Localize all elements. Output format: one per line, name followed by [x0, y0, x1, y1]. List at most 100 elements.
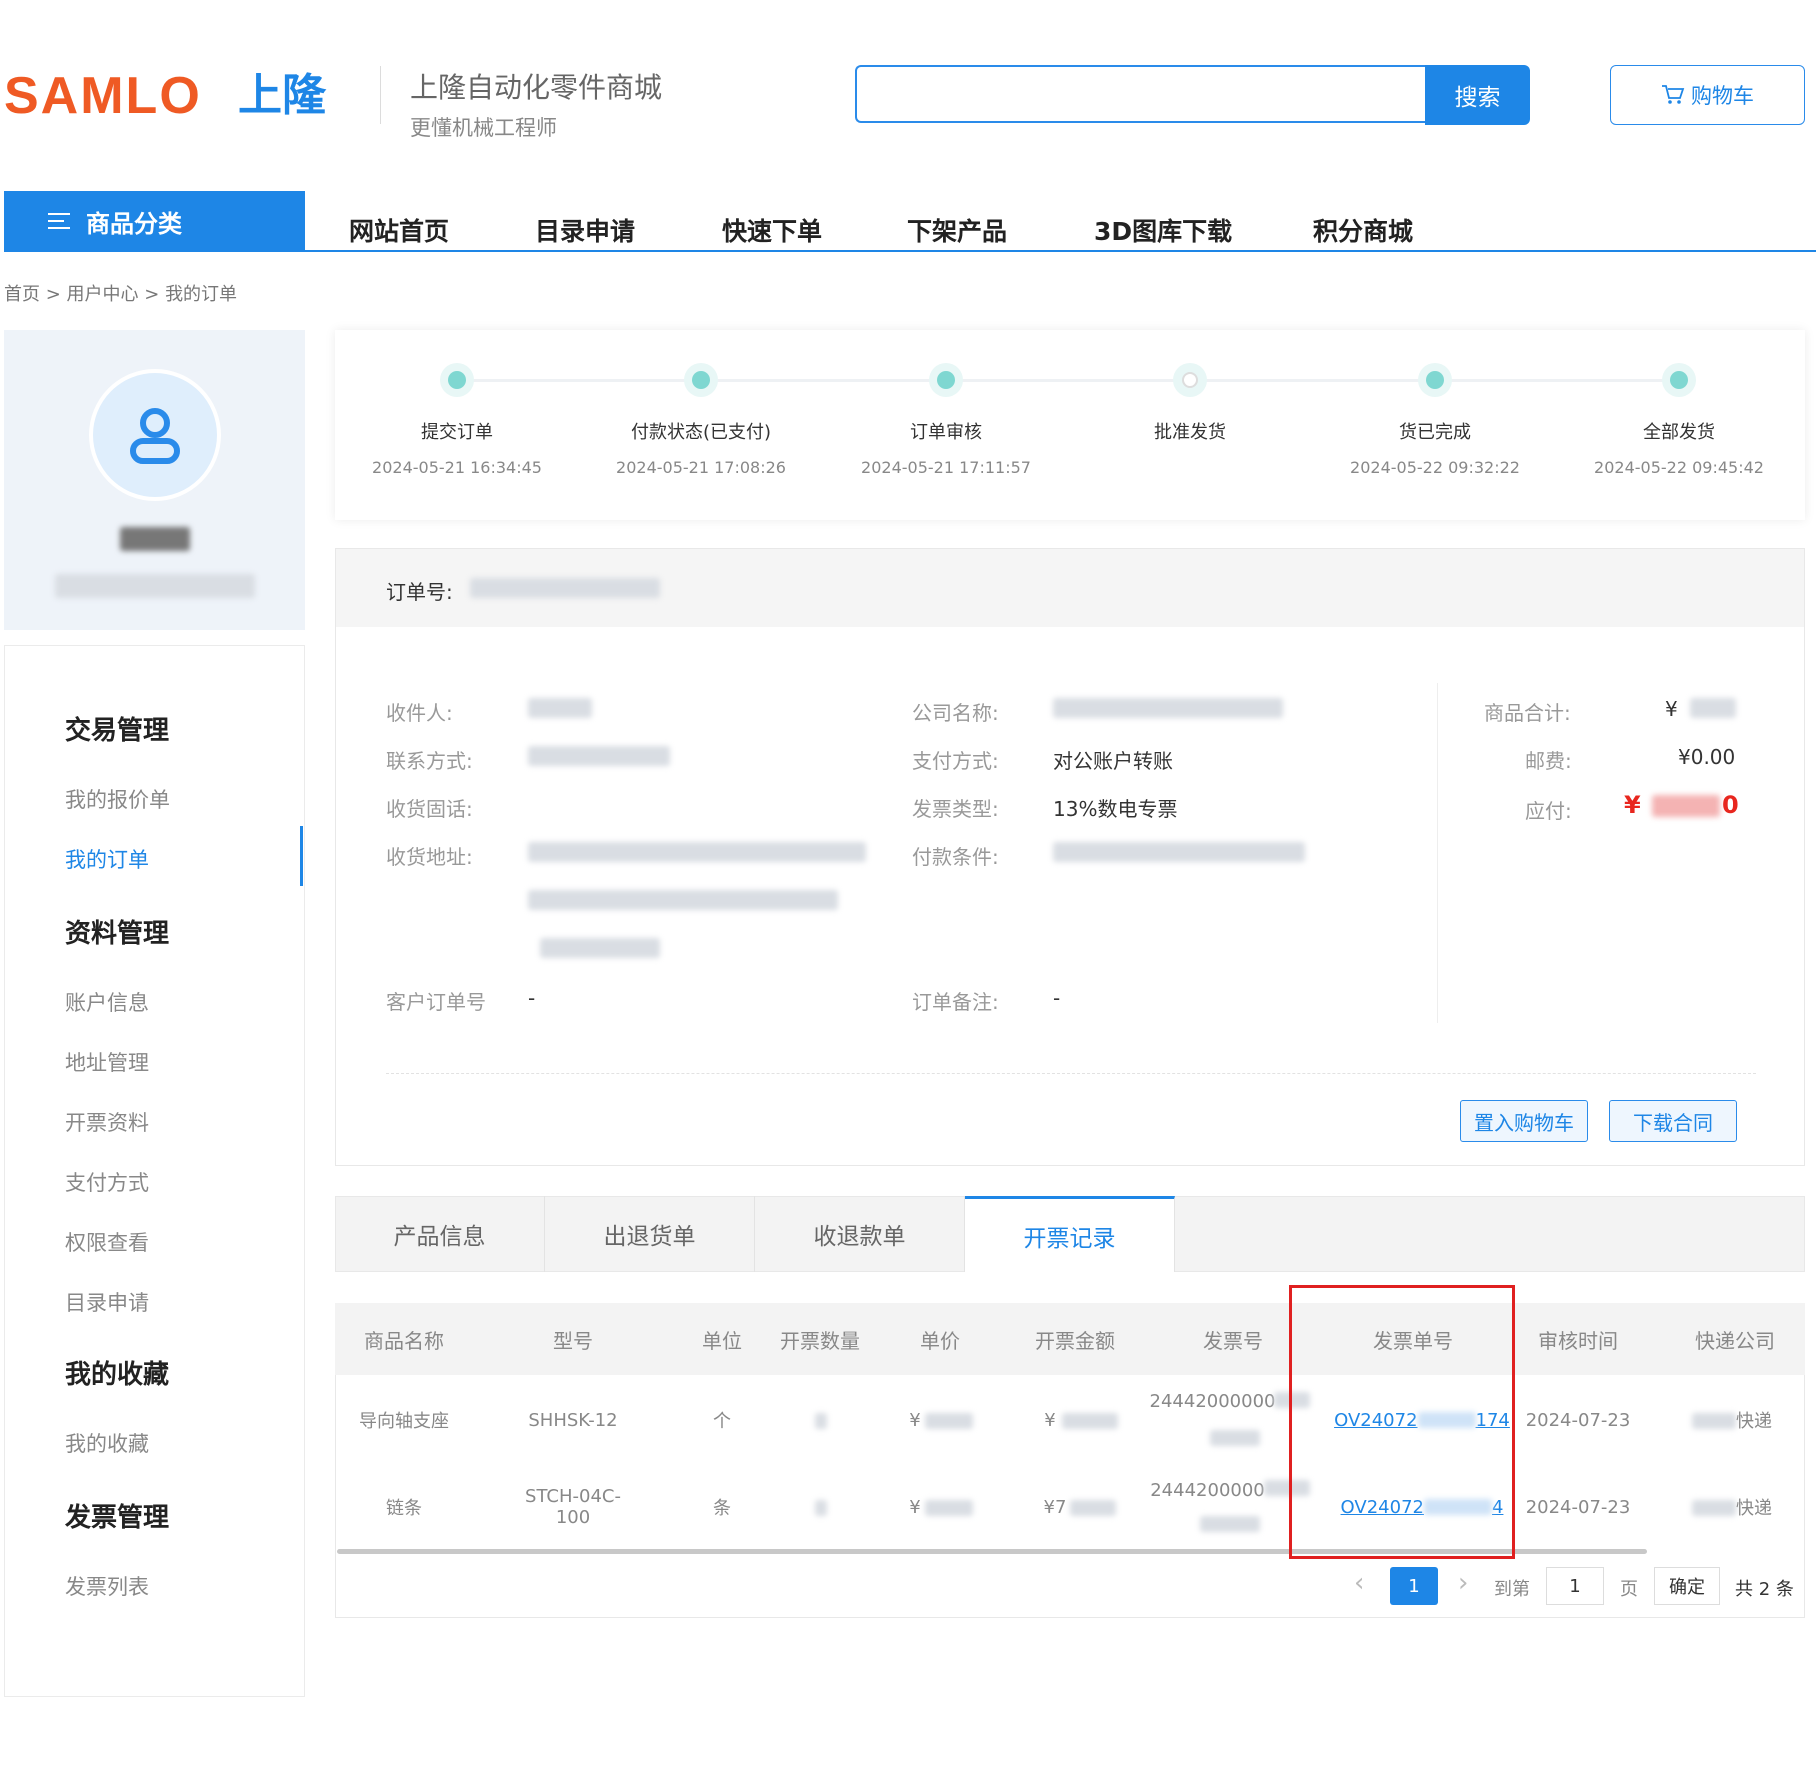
address-redacted-2: [528, 890, 838, 910]
category-label: 商品分类: [86, 209, 182, 238]
payable-digit: 0: [1722, 791, 1739, 819]
add-to-cart-button[interactable]: 置入购物车: [1460, 1100, 1588, 1142]
col-product-name: 商品名称: [364, 1328, 444, 1353]
step-dot-pending: [1173, 363, 1207, 397]
remark-label: 订单备注:: [912, 990, 999, 1014]
menu-icon: [48, 213, 70, 229]
cell-audit-time: 2024-07-23: [1525, 1496, 1631, 1518]
page-unit-label: 页: [1620, 1579, 1638, 1600]
goto-confirm-button[interactable]: 确定: [1654, 1567, 1720, 1605]
tab-shipments[interactable]: 出退货单: [545, 1196, 755, 1272]
nav-home[interactable]: 网站首页: [349, 212, 449, 248]
invoice-type-label: 发票类型:: [912, 797, 999, 821]
company-redacted: [55, 574, 255, 598]
sidebar-active-indicator: [300, 826, 303, 886]
sidebar-section-favorites: 我的收藏: [65, 1360, 170, 1390]
cell-unit: 个: [713, 1411, 731, 1432]
step-time: 2024-05-21 16:34:45: [372, 458, 542, 477]
sidebar-item-favorites[interactable]: 我的收藏: [65, 1428, 149, 1458]
tab-payments[interactable]: 收退款单: [755, 1196, 965, 1272]
step-dot: [1662, 363, 1696, 397]
nav-catalog-apply[interactable]: 目录申请: [535, 212, 635, 248]
nav-3d-download[interactable]: 3D图库下载: [1094, 212, 1232, 248]
payment-method-label: 支付方式:: [912, 749, 999, 773]
logo-divider: [380, 66, 381, 124]
sidebar-item-payment[interactable]: 支付方式: [65, 1167, 149, 1197]
landline-label: 收货固话:: [386, 797, 473, 821]
tab-invoice-records[interactable]: 开票记录: [965, 1196, 1175, 1272]
cart-button[interactable]: 购物车: [1610, 65, 1805, 125]
cell-price-redacted: [925, 1413, 973, 1429]
cell-price-redacted: [925, 1500, 973, 1516]
site-subtitle: 更懂机械工程师: [410, 116, 557, 140]
step-time: 2024-05-22 09:45:42: [1594, 458, 1764, 477]
step-label: 提交订单: [421, 422, 493, 443]
sidebar-item-address[interactable]: 地址管理: [65, 1047, 149, 1077]
cell-amount-redacted: [1062, 1413, 1118, 1429]
step-label: 全部发货: [1643, 422, 1715, 443]
sidebar-item-quotes[interactable]: 我的报价单: [65, 784, 170, 814]
nav-points-mall[interactable]: 积分商城: [1313, 212, 1413, 248]
col-quantity: 开票数量: [780, 1328, 860, 1353]
cart-label: 购物车: [1691, 84, 1754, 108]
cell-amount-currency: ¥7: [1043, 1496, 1067, 1518]
tab-product-info[interactable]: 产品信息: [335, 1196, 545, 1272]
address-redacted-1: [528, 842, 866, 862]
cell-quantity-redacted: [815, 1413, 827, 1429]
breadcrumb-my-orders: 我的订单: [165, 284, 238, 305]
payment-terms-redacted: [1053, 842, 1305, 862]
step-label: 订单审核: [910, 422, 982, 443]
cell-invoice-no-redacted-2: [1210, 1430, 1260, 1446]
sidebar-item-permissions[interactable]: 权限查看: [65, 1227, 149, 1257]
cell-price-currency: ¥: [909, 1409, 921, 1431]
progress-line: [457, 379, 1679, 382]
nav-quick-order[interactable]: 快速下单: [722, 212, 822, 248]
search-input[interactable]: [855, 65, 1430, 123]
shipping-label: 邮费:: [1525, 749, 1572, 773]
col-model: 型号: [553, 1328, 593, 1353]
payment-terms-label: 付款条件:: [912, 845, 999, 869]
recipient-label: 收件人:: [386, 701, 453, 725]
page-current[interactable]: 1: [1390, 1567, 1438, 1605]
goods-total-label: 商品合计:: [1484, 701, 1571, 725]
company-redacted: [1053, 698, 1283, 718]
nav-discontinued[interactable]: 下架产品: [907, 212, 1007, 248]
logo-chinese[interactable]: 上隆: [238, 70, 326, 122]
breadcrumb-home[interactable]: 首页: [4, 284, 40, 305]
contact-redacted: [528, 746, 670, 766]
sidebar-item-account[interactable]: 账户信息: [65, 987, 149, 1017]
col-amount: 开票金额: [1035, 1328, 1115, 1353]
cell-model: STCH-04C-100: [525, 1486, 621, 1528]
prev-page-icon[interactable]: ‹: [1354, 1568, 1364, 1598]
goto-page-input[interactable]: 1: [1546, 1567, 1604, 1605]
sidebar-item-invoice-list[interactable]: 发票列表: [65, 1571, 149, 1601]
search-button[interactable]: 搜索: [1425, 65, 1530, 125]
download-contract-button[interactable]: 下载合同: [1609, 1100, 1737, 1142]
step-label: 付款状态(已支付): [630, 422, 772, 443]
category-button[interactable]: 商品分类: [4, 191, 305, 251]
cell-product-name: 导向轴支座: [359, 1411, 449, 1432]
contact-label: 联系方式:: [386, 749, 473, 773]
col-courier: 快递公司: [1695, 1328, 1775, 1353]
customer-order-no-label: 客户订单号: [386, 990, 486, 1014]
cell-invoice-no: 24442000000: [1149, 1390, 1276, 1412]
logo-text[interactable]: SAMLO: [4, 70, 202, 122]
next-page-icon[interactable]: ›: [1458, 1568, 1468, 1598]
highlight-box: [1289, 1285, 1515, 1559]
sidebar-item-invoice-info[interactable]: 开票资料: [65, 1107, 149, 1137]
goods-total-redacted: [1690, 698, 1736, 718]
remark-value: -: [1053, 986, 1061, 1010]
company-label: 公司名称:: [912, 701, 999, 725]
cell-courier: 快递: [1736, 1411, 1772, 1432]
shipping-value: ¥0.00: [1678, 745, 1736, 769]
cell-courier-redacted: [1692, 1413, 1736, 1429]
sidebar-section-profile: 资料管理: [65, 919, 170, 949]
sidebar-item-catalog[interactable]: 目录申请: [65, 1287, 149, 1317]
cell-price-currency: ¥: [909, 1496, 921, 1518]
payable-redacted: [1652, 795, 1720, 817]
step-label: 货已完成: [1399, 422, 1471, 443]
step-time: 2024-05-21 17:08:26: [616, 458, 786, 477]
cell-model: SHHSK-12: [528, 1409, 618, 1431]
sidebar-item-my-orders[interactable]: 我的订单: [65, 844, 149, 874]
breadcrumb-user-center[interactable]: 用户中心: [67, 284, 139, 305]
